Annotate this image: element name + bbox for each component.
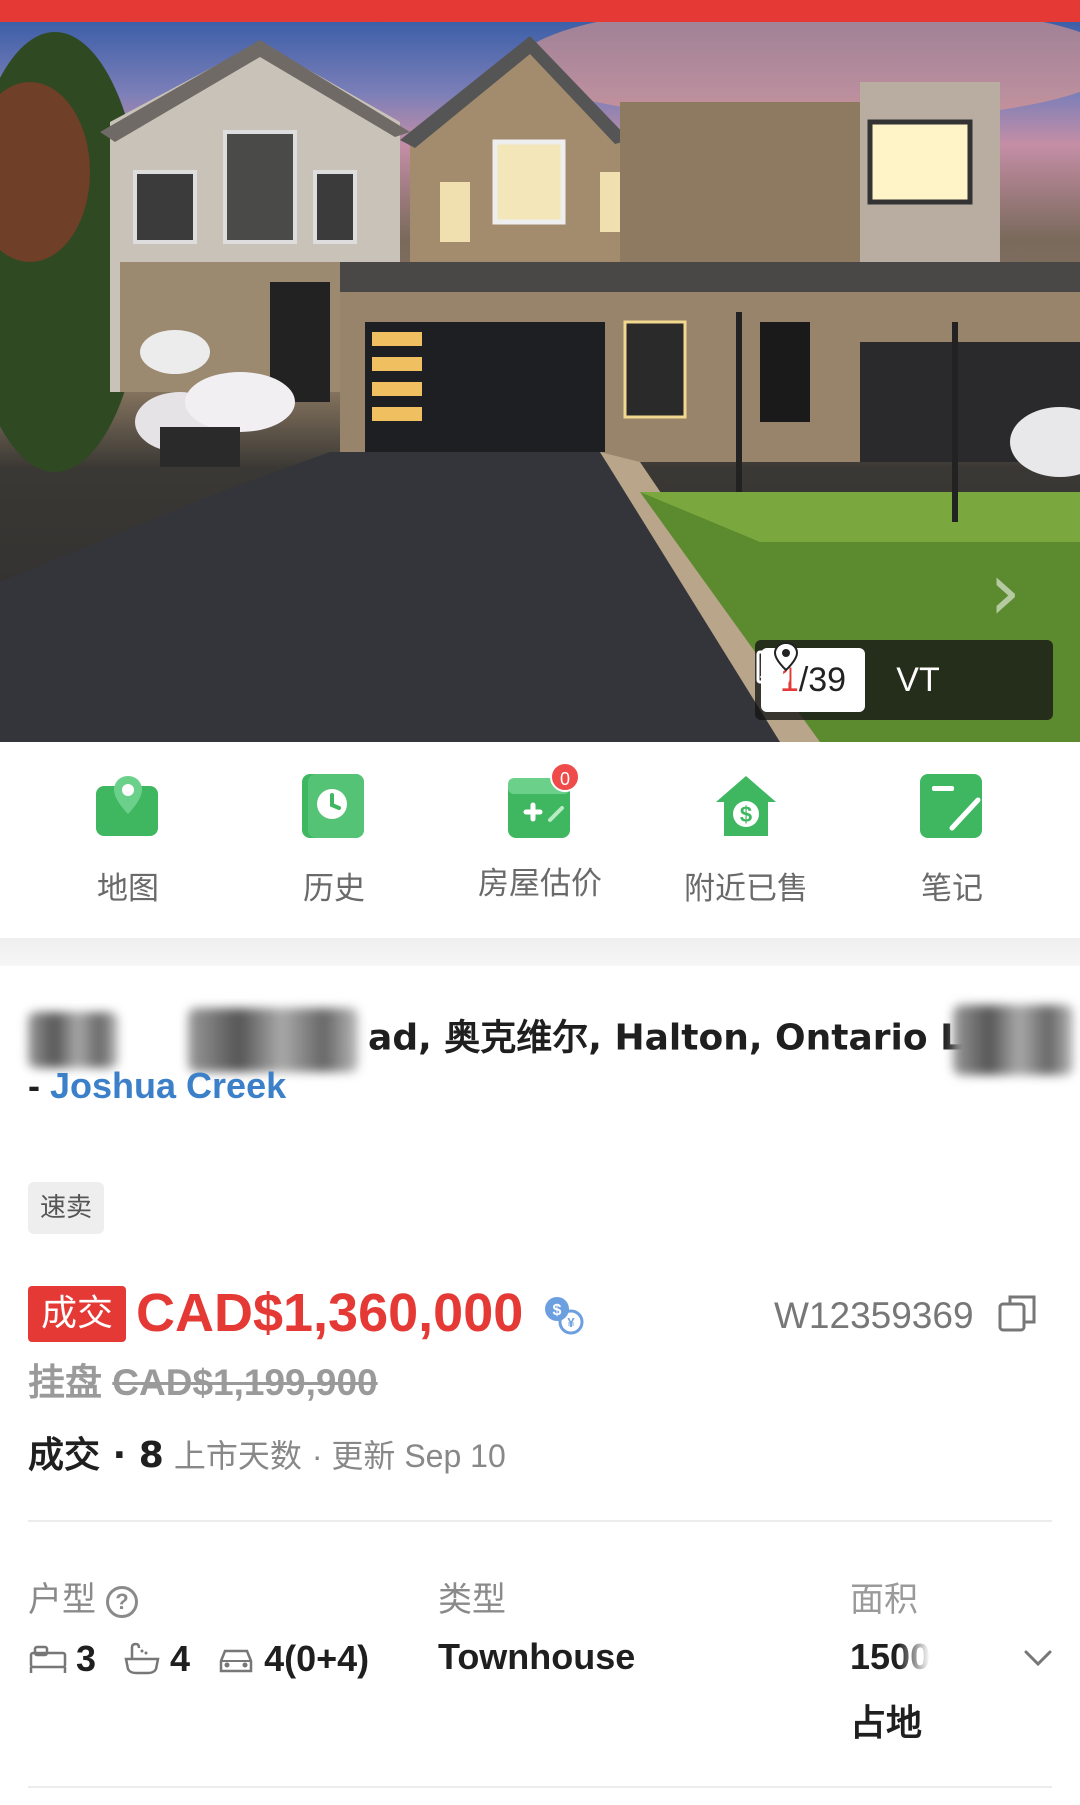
mls-number: W12359369 [774, 1295, 974, 1336]
note-icon [920, 774, 982, 838]
estimate-icon-wrap: 0 [506, 762, 580, 840]
quick-nav: 地图 历史 0 房屋估价 $ 附近已售 笔记 [0, 742, 1080, 932]
list-price: CAD$1,199,900 [112, 1362, 378, 1403]
photo-total: /39 [798, 661, 847, 699]
area-value: 1500 [850, 1636, 930, 1677]
clock-icon [302, 774, 364, 838]
virtual-tour-button[interactable]: VT [883, 648, 953, 712]
divider [28, 1520, 1052, 1522]
listing-photo[interactable]: › 1/39 VT [0, 22, 1080, 742]
spec-area-label: 面积 [850, 1580, 918, 1620]
divider [28, 1786, 1052, 1788]
quick-nav-label: 房屋估价 [478, 866, 602, 902]
community-line: - Joshua Creek [28, 1065, 286, 1107]
help-icon[interactable]: ? [106, 1585, 138, 1618]
quick-nav-label: 笔记 [921, 871, 983, 907]
redacted-address-part [188, 1008, 359, 1072]
property-type: Townhouse [438, 1636, 636, 1677]
quick-nav-label: 附近已售 [684, 871, 808, 907]
redacted-address-part [28, 1012, 118, 1068]
quick-nav-label: 历史 [303, 871, 365, 907]
street-view-icon[interactable] [755, 640, 801, 686]
address-text: ad, 奥克维尔, Halton, Ontario L [368, 1017, 964, 1059]
days-on-market: 8 [138, 1435, 164, 1476]
list-price-row: 挂盘 CAD$1,199,900 [28, 1352, 378, 1406]
chevron-down-icon[interactable] [1020, 1640, 1056, 1676]
photo-controls: 1/39 VT [755, 640, 1053, 720]
quick-nav-history[interactable]: 历史 [234, 772, 434, 908]
parking-count: 4(0+4) [264, 1638, 370, 1680]
spec-type-label: 类型 [438, 1580, 506, 1620]
house-dollar-icon: $ [716, 776, 776, 836]
sold-price: CAD$1,360,000 [136, 1283, 524, 1343]
car-icon [219, 1650, 253, 1673]
baths-count: 4 [170, 1638, 191, 1680]
sold-badge: 成交 [28, 1286, 126, 1342]
layout-label: 户型 [28, 1580, 96, 1620]
currency-convert-icon[interactable]: $ ¥ [542, 1294, 584, 1336]
list-price-label: 挂盘 [28, 1361, 102, 1404]
quick-nav-label: 地图 [97, 871, 159, 907]
spec-layout-label: 户型? [28, 1572, 138, 1621]
community-link[interactable]: Joshua Creek [50, 1065, 286, 1106]
status-dot: · [100, 1435, 139, 1476]
days-on-market-label: 上市天数 [173, 1437, 302, 1475]
status-label: 成交 [28, 1435, 101, 1476]
house-photo-illustration [0, 22, 1080, 742]
copy-icon[interactable] [996, 1292, 1038, 1334]
quick-nav-notes[interactable]: 笔记 [852, 772, 1052, 908]
top-status-bar [0, 0, 1080, 22]
quick-nav-nearby-sold[interactable]: $ 附近已售 [646, 772, 846, 908]
quick-nav-estimate[interactable]: 0 房屋估价 [440, 762, 640, 903]
quick-nav-map[interactable]: 地图 [28, 772, 228, 908]
next-photo-button[interactable]: › [975, 542, 1035, 642]
estimate-badge: 0 [550, 762, 580, 792]
updated-date: · 更新 Sep 10 [311, 1438, 506, 1474]
lot-label: 占地 [850, 1703, 923, 1744]
bed-icon [29, 1646, 67, 1674]
community-prefix: - [28, 1065, 50, 1106]
map-pin-icon [96, 776, 158, 836]
svg-text:¥: ¥ [567, 1315, 575, 1330]
section-divider [0, 938, 1080, 966]
svg-text:$: $ [740, 802, 752, 827]
redacted-address-part [953, 1005, 1074, 1075]
beds-count: 3 [76, 1638, 97, 1680]
spec-layout-values: 3 4 4(0+4) [28, 1636, 385, 1686]
status-row: 成交 · 8 上市天数 · 更新 Sep 10 [28, 1426, 506, 1478]
bath-icon [124, 1643, 160, 1675]
price-row: 成交 CAD$1,360,000 $ ¥ W12359369 [28, 1283, 1058, 1343]
quick-sale-tag: 速卖 [28, 1182, 104, 1234]
